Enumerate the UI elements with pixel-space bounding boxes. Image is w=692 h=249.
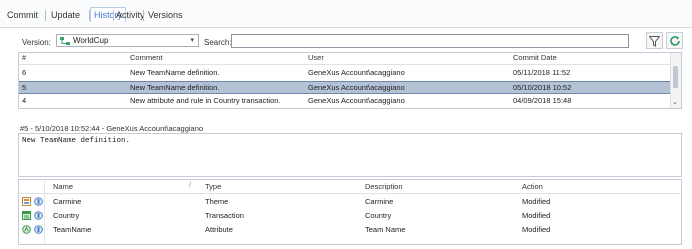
- search-label: Search:: [204, 38, 232, 47]
- version-tree-icon: [60, 37, 70, 45]
- refresh-button[interactable]: [666, 32, 683, 49]
- tab-commit[interactable]: Commit: [4, 9, 41, 21]
- column-header-number[interactable]: #: [22, 53, 26, 63]
- row-user: GeneXus Account\acaggiano: [308, 83, 405, 92]
- column-header-type[interactable]: Type: [205, 182, 221, 192]
- column-header-user[interactable]: User: [308, 53, 324, 63]
- header-divider: [19, 193, 681, 194]
- filter-button[interactable]: [646, 32, 663, 49]
- checkout-status-icon: [34, 211, 43, 220]
- object-type: Theme: [205, 197, 229, 206]
- object-action: Modified: [522, 225, 551, 234]
- object-description: Carmine: [365, 197, 394, 206]
- search-input[interactable]: [231, 34, 629, 48]
- refresh-icon: [669, 36, 680, 46]
- commit-comment-box[interactable]: New TeamName definition.: [18, 133, 682, 177]
- version-value: WorldCup: [73, 36, 109, 45]
- object-action: Modified: [522, 197, 551, 206]
- tab-bar: Commit Update History Activity Versions: [0, 0, 692, 28]
- column-header-comment[interactable]: Comment: [130, 53, 163, 63]
- filter-icon: [648, 36, 661, 47]
- object-name: TeamName: [53, 225, 92, 234]
- table-row[interactable]: TeamName Attribute Team Name Modified: [19, 224, 681, 235]
- object-type: Attribute: [205, 225, 233, 234]
- table-row[interactable]: Carmine Theme Carmine Modified: [19, 196, 681, 207]
- column-header-action[interactable]: Action: [522, 182, 543, 192]
- row-comment: New attribute and rule in Country transa…: [130, 96, 281, 105]
- attribute-icon: [22, 225, 31, 234]
- object-description: Team Name: [365, 225, 406, 234]
- row-number: 4: [22, 96, 27, 105]
- sort-indicator-icon: /: [189, 182, 191, 189]
- history-grid: # Comment User Commit Date 6 New TeamNam…: [18, 52, 682, 109]
- table-row[interactable]: 6 New TeamName definition. GeneXus Accou…: [19, 67, 673, 78]
- row-commit-date: 05/11/2018 11:52: [513, 68, 571, 77]
- scroll-down-icon[interactable]: ⌄: [672, 98, 678, 106]
- theme-icon: [22, 197, 31, 206]
- table-row-selected[interactable]: 5 New TeamName definition. GeneXus Accou…: [19, 81, 673, 94]
- object-description: Country: [365, 211, 392, 220]
- tab-separator: [143, 10, 144, 21]
- column-header-description[interactable]: Description: [365, 182, 403, 192]
- scrollbar-thumb[interactable]: [673, 66, 678, 88]
- tab-versions[interactable]: Versions: [145, 9, 186, 21]
- row-user: GeneXus Account\acaggiano: [308, 68, 405, 77]
- chevron-down-icon: ▾: [190, 37, 194, 44]
- tab-separator: [45, 10, 46, 21]
- checkout-status-icon: [34, 197, 43, 206]
- commit-comment-text: New TeamName definition.: [22, 137, 131, 145]
- column-header-name[interactable]: Name: [53, 182, 73, 192]
- transaction-icon: [22, 211, 31, 220]
- version-select[interactable]: WorldCup ▾: [56, 34, 199, 47]
- commit-detail-header: #5 - 5/10/2018 10:52:44 - GeneXus Accoun…: [20, 124, 204, 133]
- row-number: 5: [22, 83, 27, 92]
- object-name: Country: [53, 211, 80, 220]
- header-divider: [19, 64, 673, 65]
- row-user: GeneXus Account\acaggiano: [308, 96, 405, 105]
- object-type: Transaction: [205, 211, 244, 220]
- object-name: Carmine: [53, 197, 82, 206]
- row-commit-date: 04/09/2018 15:48: [513, 96, 572, 105]
- table-row[interactable]: 4 New attribute and rule in Country tran…: [19, 95, 673, 106]
- row-commit-date: 05/10/2018 10:52: [513, 83, 572, 92]
- table-row[interactable]: Country Transaction Country Modified: [19, 210, 681, 221]
- row-number: 6: [22, 68, 27, 77]
- version-label: Version:: [22, 38, 51, 47]
- object-action: Modified: [522, 211, 551, 220]
- objects-grid: Name / Type Description Action Carmine T…: [18, 179, 682, 245]
- tab-update[interactable]: Update: [48, 9, 83, 21]
- row-comment: New TeamName definition.: [130, 83, 220, 92]
- history-scrollbar[interactable]: ⌄: [670, 53, 681, 108]
- row-comment: New TeamName definition.: [130, 68, 220, 77]
- column-header-commit-date[interactable]: Commit Date: [513, 53, 557, 63]
- checkout-status-icon: [34, 225, 43, 234]
